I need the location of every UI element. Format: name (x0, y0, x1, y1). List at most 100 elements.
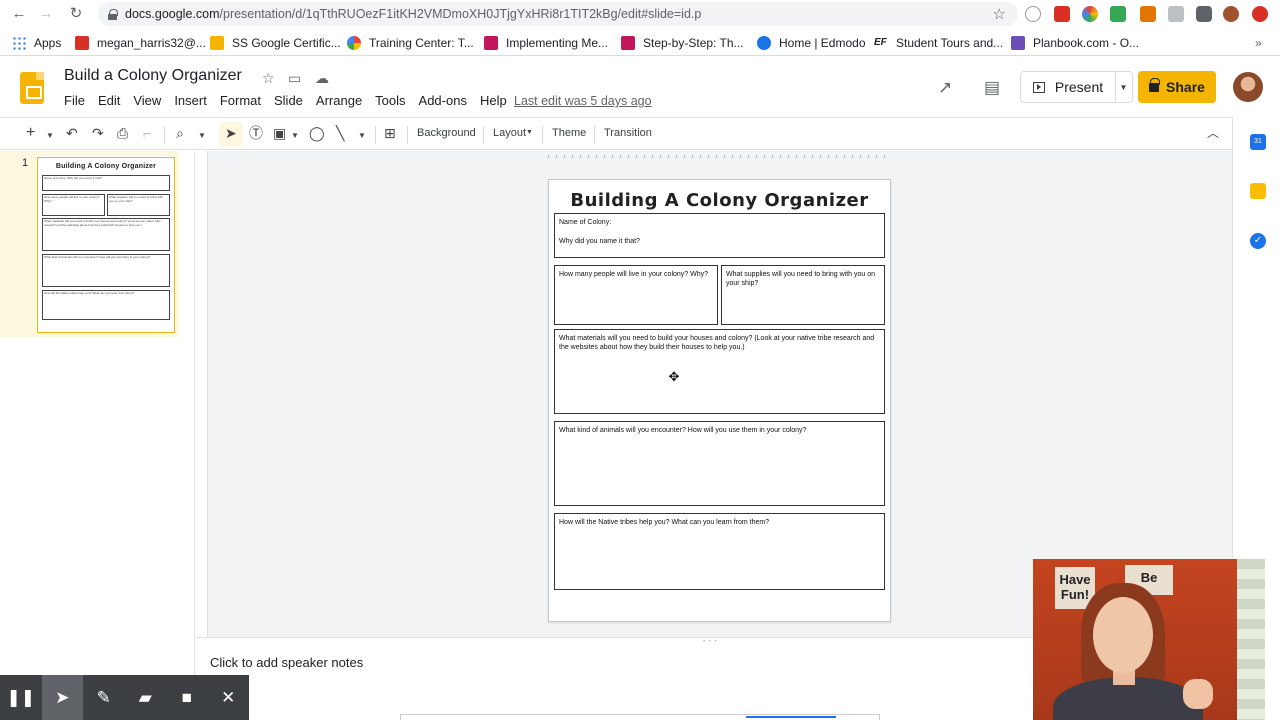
pause-icon[interactable]: ❚❚ (0, 675, 42, 720)
bookmark-planbook[interactable]: Planbook.com - O... (1011, 36, 1139, 50)
bookmark-implementing[interactable]: Implementing Me... (484, 36, 608, 50)
menu-insert[interactable]: Insert (174, 93, 207, 111)
bookmarks-overflow-icon[interactable]: » (1255, 36, 1262, 50)
toolbar-divider (483, 126, 484, 144)
star-icon[interactable]: ☆ (262, 70, 275, 87)
last-edit-link[interactable]: Last edit was 5 days ago (514, 94, 652, 108)
camera-icon[interactable]: ■ (166, 675, 208, 720)
collapse-toolbar-icon[interactable]: ︿ (1207, 125, 1219, 141)
close-icon[interactable]: ✕ (208, 675, 250, 720)
bookmark-apps[interactable]: Apps (12, 36, 61, 50)
move-folder-icon[interactable]: ▭ (288, 70, 301, 87)
profile-avatar-icon[interactable] (1223, 6, 1239, 22)
animals-box[interactable]: What kind of animals will you encounter?… (554, 421, 885, 506)
apps-grid-icon (12, 36, 26, 50)
zoom-icon[interactable]: ⌕ (176, 125, 184, 141)
document-title[interactable]: Build a Colony Organizer (64, 67, 242, 85)
url-path: /presentation/d/1qTthRUOezF1itKH2VMDmoXH… (219, 7, 702, 21)
colony-name-why-prompt: Why did you name it that? (559, 238, 640, 245)
native-tribes-box[interactable]: How will the Native tribes help you? Wha… (554, 513, 885, 590)
redo-icon[interactable]: ↷ (92, 125, 104, 141)
zoom-dropdown-icon[interactable]: ▼ (198, 128, 206, 144)
people-box[interactable]: How many people will live in your colony… (554, 265, 718, 325)
menu-format[interactable]: Format (220, 93, 261, 111)
slides-logo-icon[interactable] (20, 72, 44, 104)
menu-slide[interactable]: Slide (274, 93, 303, 111)
bookmark-star-icon[interactable]: ☆ (993, 5, 1006, 23)
address-bar[interactable]: docs.google.com/presentation/d/1qTthRUOe… (98, 2, 1018, 26)
theme-button[interactable]: Theme (552, 127, 586, 139)
add-comment-icon[interactable]: ⊞ (384, 125, 396, 141)
menu-tools[interactable]: Tools (375, 93, 405, 111)
keep-icon[interactable] (1250, 183, 1266, 199)
menu-edit[interactable]: Edit (98, 93, 120, 111)
line-icon[interactable]: ╲ (336, 125, 344, 141)
extension-red-icon[interactable] (1252, 6, 1268, 22)
materials-box[interactable]: What materials will you need to build yo… (554, 329, 885, 414)
speaker-notes-placeholder[interactable]: Click to add speaker notes (210, 655, 363, 670)
bookmark-step-by-step[interactable]: Step-by-Step: Th... (621, 36, 744, 50)
menu-addons[interactable]: Add-ons (419, 93, 467, 111)
slide[interactable]: Building A Colony Organizer Name of Colo… (548, 179, 891, 622)
new-slide-dropdown-icon[interactable]: ▼ (46, 128, 54, 144)
extension-screencastify-icon[interactable] (1054, 6, 1070, 22)
extension-color-icon[interactable] (1082, 6, 1098, 22)
pointer-icon[interactable]: ➤ (41, 675, 83, 720)
tasks-icon[interactable]: ✓ (1250, 233, 1266, 249)
extension-puzzle-grey-icon[interactable] (1168, 6, 1184, 22)
layout-dropdown-icon[interactable]: ▼ (526, 129, 533, 136)
extensions-puzzle-icon[interactable] (1196, 6, 1212, 22)
share-button[interactable]: Share (1138, 71, 1216, 103)
select-cursor-icon[interactable]: ➤ (225, 125, 237, 141)
image-dropdown-icon[interactable]: ▼ (291, 128, 299, 144)
gmail-icon (75, 36, 89, 50)
print-icon[interactable]: ⎙ (117, 125, 128, 141)
webcam-overlay[interactable]: Have Fun! Be (1033, 559, 1265, 720)
forward-arrow-icon[interactable]: → (36, 4, 56, 24)
extension-audio-icon[interactable] (1025, 6, 1041, 22)
extension-tool-icon[interactable] (1140, 6, 1156, 22)
bookmark-ss-google[interactable]: SS Google Certific... (210, 36, 341, 50)
extension-classroom-icon[interactable] (1110, 6, 1126, 22)
slide-thumbnail[interactable]: Building A Colony Organizer Name of Colo… (37, 157, 175, 333)
new-slide-icon[interactable]: + (26, 125, 35, 141)
insert-image-icon[interactable]: ▣ (273, 125, 286, 141)
webcam-person-face (1093, 597, 1153, 673)
supplies-box[interactable]: What supplies will you need to bring wit… (721, 265, 885, 325)
line-dropdown-icon[interactable]: ▼ (358, 128, 366, 144)
present-dropdown-icon[interactable]: ▼ (1115, 71, 1133, 103)
calendar-icon[interactable]: 31 (1250, 134, 1266, 150)
activity-trend-icon[interactable]: ↗ (938, 78, 952, 98)
shape-icon[interactable]: ◯ (309, 125, 325, 141)
bookmarks-bar: Apps megan_harris32@... SS Google Certif… (0, 30, 1280, 56)
menu-arrange[interactable]: Arrange (316, 93, 362, 111)
eraser-icon[interactable]: ▰ (125, 675, 167, 720)
reload-icon[interactable]: ↻ (66, 4, 86, 24)
notes-resize-handle[interactable]: • • • (703, 639, 718, 645)
thumbnail-box: What materials will you need to build yo… (42, 218, 170, 251)
bookmark-gmail[interactable]: megan_harris32@... (75, 36, 206, 50)
menu-file[interactable]: File (64, 93, 85, 111)
present-icon (1032, 81, 1045, 93)
colony-name-box[interactable]: Name of Colony: Why did you name it that… (554, 213, 885, 258)
background-button[interactable]: Background (417, 127, 476, 139)
menu-help[interactable]: Help (480, 93, 507, 111)
comment-icon[interactable]: ▤ (984, 78, 1000, 98)
layout-button[interactable]: Layout (493, 127, 526, 139)
pen-icon[interactable]: ✎ (83, 675, 125, 720)
horizontal-ruler (548, 151, 892, 163)
undo-icon[interactable]: ↶ (66, 125, 78, 141)
transition-button[interactable]: Transition (604, 127, 652, 139)
slide-number: 1 (22, 157, 29, 169)
paint-format-icon[interactable]: ⌐ (143, 125, 151, 141)
account-avatar[interactable] (1233, 72, 1263, 102)
bookmark-training-center[interactable]: Training Center: T... (347, 36, 474, 50)
back-arrow-icon[interactable]: ← (9, 4, 29, 24)
menu-view[interactable]: View (133, 93, 161, 111)
cloud-saved-icon[interactable]: ☁ (315, 70, 329, 87)
text-box-icon[interactable]: Ⓣ (249, 125, 263, 141)
bookmark-edmodo[interactable]: Home | Edmodo (757, 36, 866, 50)
bookmark-student-tours[interactable]: EF Student Tours and... (874, 36, 1003, 50)
present-button[interactable]: Present (1020, 71, 1116, 103)
slide-title[interactable]: Building A Colony Organizer (549, 190, 890, 211)
